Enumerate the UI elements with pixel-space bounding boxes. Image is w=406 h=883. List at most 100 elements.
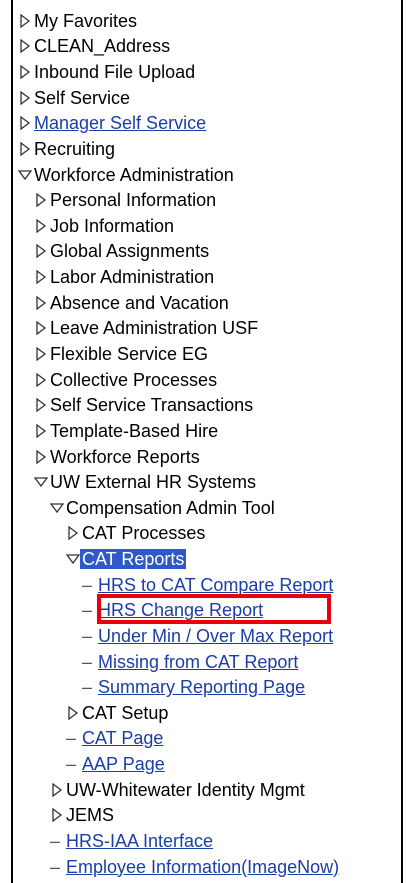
menu-item-label: JEMS — [66, 805, 115, 826]
menu-item-label: CLEAN_Address — [34, 36, 171, 57]
menu-item-label: Personal Information — [50, 190, 217, 211]
menu-item-label[interactable]: Missing from CAT Report — [98, 653, 298, 671]
menu-item-self-service-transactions[interactable]: Self Service Transactions — [34, 392, 253, 418]
menu-item-absence-and-vacation[interactable]: Absence and Vacation — [34, 290, 229, 316]
dash-bullet-icon: – — [82, 677, 93, 698]
triangle-right-icon[interactable] — [34, 396, 50, 414]
menu-item-label: Global Assignments — [50, 241, 210, 262]
menu-item-my-favorites[interactable]: My Favorites — [18, 8, 137, 34]
menu-item-aap-page[interactable]: – AAP Page — [66, 751, 165, 777]
menu-item-missing-from-cat-report[interactable]: – Missing from CAT Report — [82, 649, 298, 675]
triangle-right-icon[interactable] — [50, 781, 66, 799]
menu-item-cat-page[interactable]: – CAT Page — [66, 726, 163, 752]
menu-item-clean-address[interactable]: CLEAN_Address — [18, 34, 170, 60]
menu-item-global-assignments[interactable]: Global Assignments — [34, 239, 209, 265]
menu-item-label[interactable]: Manager Self Service — [34, 114, 206, 132]
menu-item-label: Leave Administration USF — [50, 318, 259, 339]
menu-item-labor-administration[interactable]: Labor Administration — [34, 264, 214, 290]
menu-item-cat-reports[interactable]: CAT Reports — [66, 546, 187, 572]
menu-item-manager-self-service[interactable]: Manager Self Service — [18, 111, 206, 137]
triangle-right-icon[interactable] — [18, 12, 34, 30]
menu-item-template-based-hire[interactable]: Template-Based Hire — [34, 418, 218, 444]
menu-item-label[interactable]: Employee Information(ImageNow) — [66, 858, 339, 876]
dash-bullet-icon: – — [50, 830, 61, 851]
menu-item-label: CAT Setup — [82, 702, 169, 723]
dash-bullet-icon: – — [50, 856, 61, 877]
menu-item-job-information[interactable]: Job Information — [34, 213, 174, 239]
menu-item-label: Collective Processes — [50, 369, 218, 390]
menu-item-cat-processes[interactable]: CAT Processes — [66, 521, 205, 547]
menu-item-flexible-service-eg[interactable]: Flexible Service EG — [34, 341, 208, 367]
triangle-right-icon[interactable] — [34, 217, 50, 235]
triangle-right-icon[interactable] — [34, 268, 50, 286]
dash-bullet-icon: – — [82, 651, 93, 672]
triangle-right-icon[interactable] — [34, 422, 50, 440]
menu-item-label: Job Information — [50, 215, 175, 236]
triangle-right-icon[interactable] — [66, 704, 82, 722]
menu-item-label: Workforce Reports — [50, 446, 200, 467]
menu-item-under-min-over-max-report[interactable]: – Under Min / Over Max Report — [82, 623, 333, 649]
menu-item-label: Self Service — [34, 87, 131, 108]
menu-item-label[interactable]: HRS to CAT Compare Report — [98, 576, 333, 594]
menu-item-uw-external-hr-systems[interactable]: UW External HR Systems — [34, 469, 256, 495]
triangle-right-icon[interactable] — [34, 319, 50, 337]
menu-item-hrs-iaa-interface[interactable]: – HRS-IAA Interface — [50, 828, 213, 854]
menu-item-self-service[interactable]: Self Service — [18, 85, 130, 111]
menu-item-label[interactable]: HRS-IAA Interface — [66, 832, 213, 850]
menu-item-cat-setup[interactable]: CAT Setup — [66, 700, 168, 726]
triangle-right-icon[interactable] — [34, 191, 50, 209]
menu-item-workforce-reports[interactable]: Workforce Reports — [34, 444, 200, 470]
menu-item-employee-information-imagenow[interactable]: – Employee Information(ImageNow) — [50, 854, 339, 880]
menu-item-label: Inbound File Upload — [34, 62, 196, 83]
menu-item-label: Flexible Service EG — [50, 343, 209, 364]
triangle-right-icon[interactable] — [18, 89, 34, 107]
triangle-right-icon[interactable] — [18, 63, 34, 81]
menu-item-label[interactable]: CAT Page — [82, 729, 163, 747]
menu-item-label: UW-Whitewater Identity Mgmt — [66, 779, 305, 800]
menu-item-leave-administration-usf[interactable]: Leave Administration USF — [34, 316, 258, 342]
navigation-menu-tree: My Favorites CLEAN_Address Inbound File Up… — [0, 0, 406, 883]
menu-item-label: Recruiting — [34, 138, 116, 159]
menu-item-label[interactable]: Under Min / Over Max Report — [98, 627, 333, 645]
triangle-right-icon[interactable] — [34, 294, 50, 312]
menu-item-inbound-file-upload[interactable]: Inbound File Upload — [18, 59, 195, 85]
triangle-right-icon[interactable] — [18, 140, 34, 158]
menu-item-jems[interactable]: JEMS — [50, 803, 114, 829]
dash-bullet-icon: – — [82, 574, 93, 595]
menu-item-label: Compensation Admin Tool — [66, 497, 275, 518]
menu-item-recruiting[interactable]: Recruiting — [18, 136, 115, 162]
menu-item-label: My Favorites — [34, 10, 138, 31]
menu-item-summary-reporting-page[interactable]: – Summary Reporting Page — [82, 674, 305, 700]
triangle-right-icon[interactable] — [66, 524, 82, 542]
triangle-right-icon[interactable] — [34, 345, 50, 363]
dash-bullet-icon: – — [66, 728, 77, 749]
menu-item-personal-information[interactable]: Personal Information — [34, 187, 216, 213]
menu-item-uw-whitewater-identity-mgmt[interactable]: UW-Whitewater Identity Mgmt — [50, 777, 305, 803]
menu-item-label: Absence and Vacation — [50, 292, 229, 313]
menu-item-label: CAT Processes — [82, 523, 206, 544]
menu-item-collective-processes[interactable]: Collective Processes — [34, 367, 217, 393]
menu-item-compensation-admin-tool[interactable]: Compensation Admin Tool — [50, 495, 275, 521]
menu-item-label: CAT Reports — [80, 549, 187, 570]
triangle-right-icon[interactable] — [34, 371, 50, 389]
triangle-right-icon[interactable] — [34, 448, 50, 466]
triangle-down-icon[interactable] — [50, 499, 66, 517]
dash-bullet-icon: – — [82, 625, 93, 646]
menu-item-label: Workforce Administration — [34, 164, 234, 185]
menu-item-label[interactable]: Summary Reporting Page — [98, 678, 305, 696]
menu-item-label[interactable]: AAP Page — [82, 755, 165, 773]
menu-item-label: Labor Administration — [50, 267, 215, 288]
triangle-right-icon[interactable] — [18, 114, 34, 132]
menu-frame: My Favorites CLEAN_Address Inbound File Up… — [0, 0, 406, 883]
triangle-down-icon[interactable] — [34, 473, 50, 491]
dash-bullet-icon: – — [82, 600, 93, 621]
menu-item-workforce-administration[interactable]: Workforce Administration — [18, 162, 234, 188]
menu-item-label: Template-Based Hire — [50, 420, 219, 441]
red-highlight-box — [97, 594, 331, 624]
triangle-right-icon[interactable] — [18, 37, 34, 55]
triangle-down-icon[interactable] — [66, 550, 82, 568]
triangle-down-icon[interactable] — [18, 166, 34, 184]
triangle-right-icon[interactable] — [34, 242, 50, 260]
triangle-right-icon[interactable] — [50, 806, 66, 824]
dash-bullet-icon: – — [66, 754, 77, 775]
